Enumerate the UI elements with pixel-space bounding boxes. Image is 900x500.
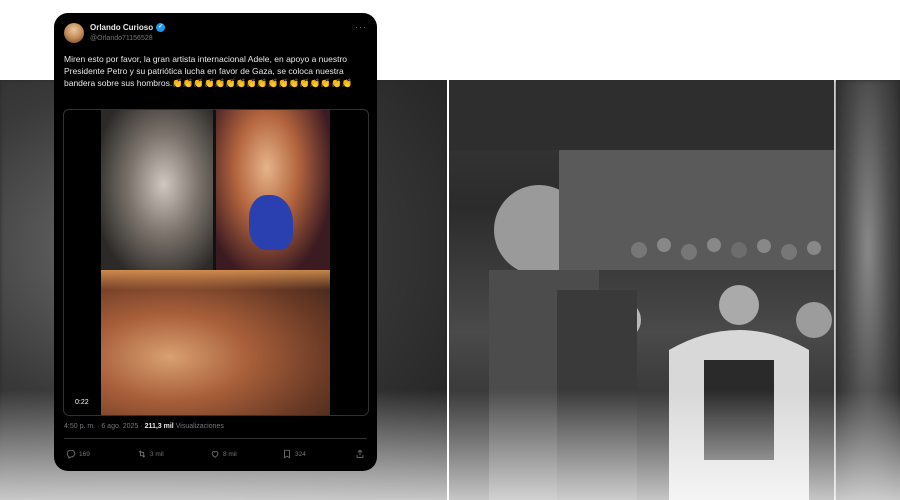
user-name-text[interactable]: Orlando Curioso [90,23,153,32]
verified-badge-icon: ✓ [156,23,166,33]
more-options-icon[interactable]: ··· [355,22,367,32]
flag-shape [249,195,293,250]
user-name[interactable]: Orlando Curioso ✓ [90,23,166,33]
views-label: Visualizaciones [175,423,224,430]
user-handle[interactable]: @Orlando71156528 [90,35,153,42]
bookmark-button[interactable]: 324 [282,449,306,459]
tweet-timestamp[interactable]: 4:50 p. m. · 6 ago. 2025 [64,423,138,430]
video-player[interactable]: 0:22 [63,109,369,416]
views-count: 211,3 mil [144,423,174,430]
share-button[interactable] [355,449,365,459]
retweet-button[interactable]: 3 mil [137,449,164,459]
stage-screen-right [215,110,330,275]
retweet-count: 3 mil [150,450,164,458]
reply-count: 169 [79,450,90,458]
reply-button[interactable]: 169 [66,449,90,459]
video-duration: 0:22 [72,398,92,407]
retweet-icon [138,450,146,458]
share-icon [356,449,364,458]
action-bar: 169 3 mil 8 mil 324 [64,449,367,463]
crowd-area [101,270,330,415]
tweet-text: Miren esto por favor, la gran artista in… [64,54,353,88]
screen-gap [213,110,216,275]
like-count: 8 mil [223,450,237,458]
bookmark-icon [284,449,290,459]
crowd-glow [101,270,330,290]
like-icon [211,451,219,458]
stage-screen-left [101,110,215,275]
video-frame[interactable] [101,110,330,415]
like-button[interactable]: 8 mil [210,449,237,459]
divider [64,438,367,439]
tweet-meta: 4:50 p. m. · 6 ago. 2025 · 211,3 mil Vis… [64,423,224,430]
bookmark-count: 324 [295,450,306,458]
reply-icon [66,449,76,459]
avatar[interactable] [64,23,84,43]
tweet-card[interactable]: Orlando Curioso ✓ @Orlando71156528 ··· Mi… [54,13,377,471]
